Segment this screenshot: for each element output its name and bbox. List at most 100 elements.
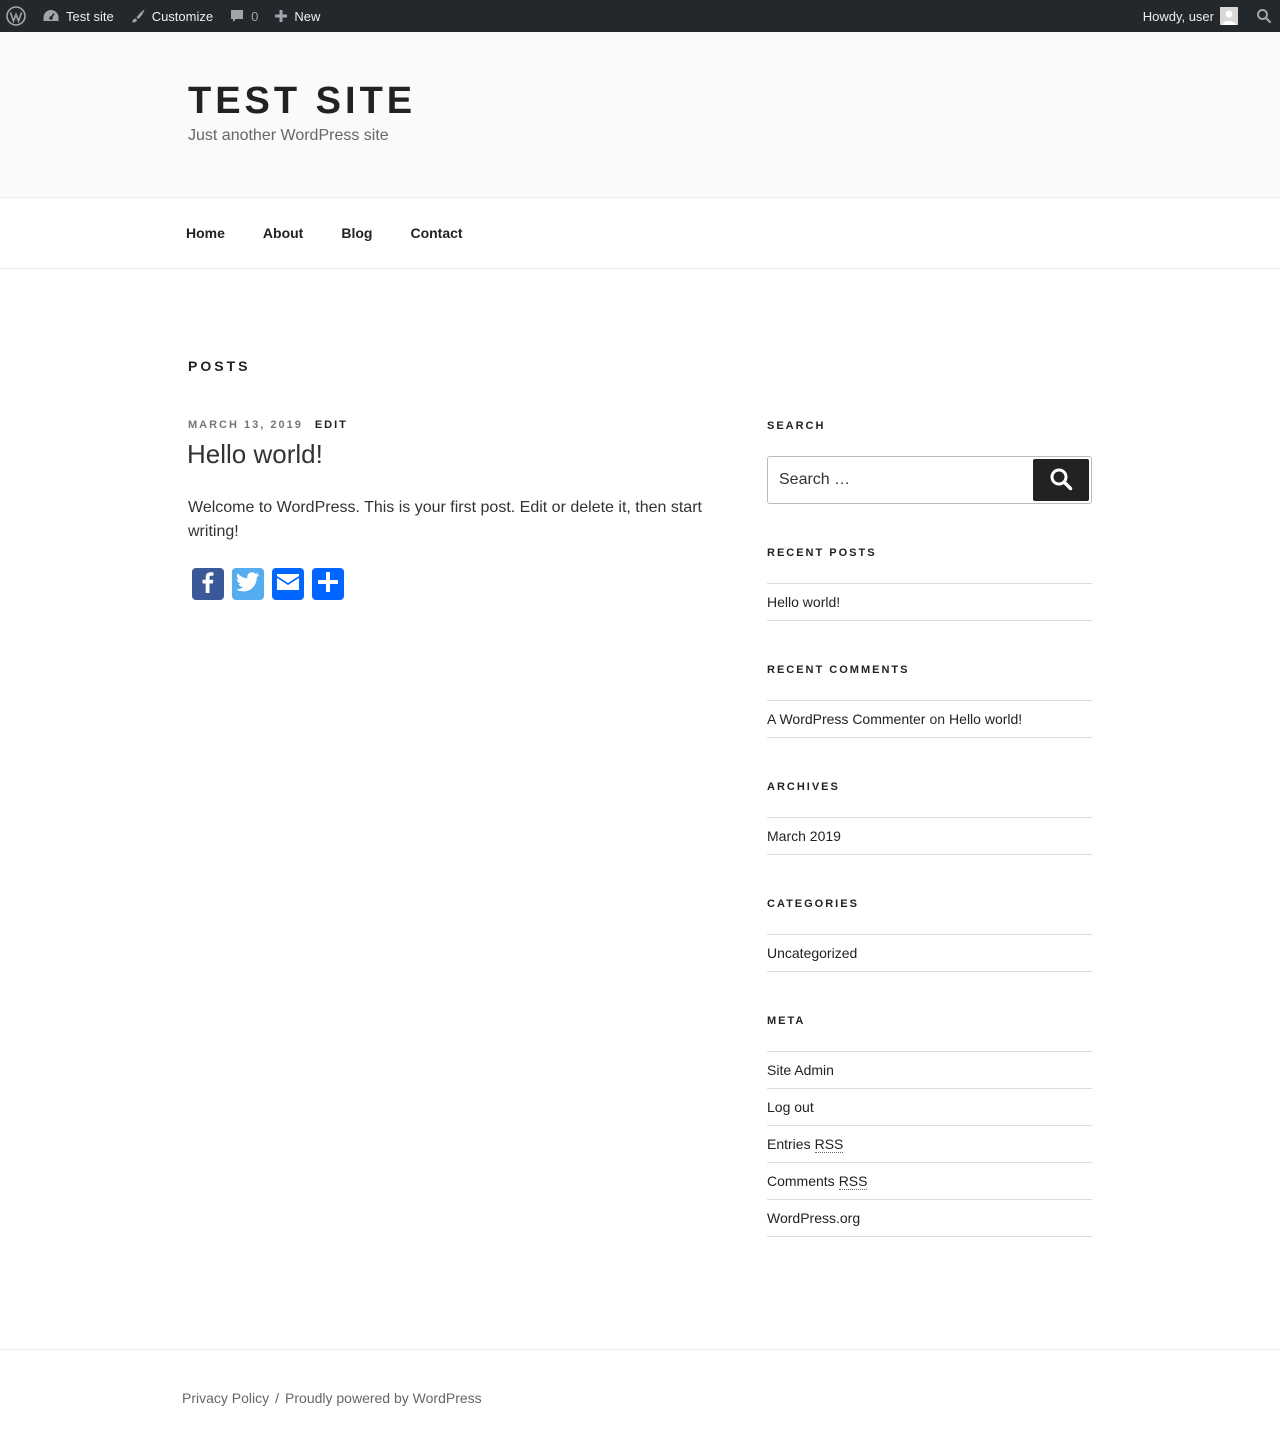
widget-title: RECENT COMMENTS [767,664,910,676]
howdy-label: Howdy, user [1142,8,1214,24]
meta-list: Site Admin Log out Entries RSS Comments RS… [767,1051,1092,1237]
recent-comments-widget: RECENT COMMENTS A WordPress Commenter on… [767,662,1092,738]
search-form [767,456,1092,504]
wordpress-logo-menu[interactable] [0,0,34,32]
facebook-icon [198,571,218,598]
customize-menu[interactable]: Customize [122,0,221,32]
comments-rss-link[interactable]: Comments RSS [767,1173,868,1190]
admin-search-button[interactable] [1246,0,1280,32]
admin-bar: Test site Customize 0 New Howdy, user [0,0,1280,32]
admin-bar-right: Howdy, user [1135,0,1280,32]
wordpress-icon [6,6,26,26]
search-icon [1256,8,1272,24]
comment-on-text: on [929,711,946,727]
widget-title: CATEGORIES [767,898,859,910]
list-item: A WordPress Commenter on Hello world! [767,701,1092,738]
plus-icon [317,571,339,598]
twitter-share-button[interactable] [232,568,264,600]
twitter-icon [236,571,260,597]
archive-link[interactable]: March 2019 [767,828,841,844]
comments-menu[interactable]: 0 [221,0,266,32]
new-label: New [294,8,321,24]
list-item: March 2019 [767,818,1092,855]
main-navigation: Home About Blog Contact [0,197,1280,269]
nav-menu: Home About Blog Contact [186,198,501,268]
plus-icon [274,9,288,23]
list-item: Uncategorized [767,935,1092,972]
my-account-menu[interactable]: Howdy, user [1135,0,1246,32]
entries-rss-link[interactable]: Entries RSS [767,1136,844,1153]
avatar [1220,7,1238,25]
email-share-button[interactable] [272,568,304,600]
search-input[interactable] [768,457,1033,503]
search-icon [1049,467,1073,494]
recent-comments-list: A WordPress Commenter on Hello world! [767,700,1092,738]
nav-item-label[interactable]: Contact [410,225,462,241]
dashboard-icon [42,8,60,24]
post-date[interactable]: MARCH 13, 2019 [188,419,303,431]
site-name-menu[interactable]: Test site [34,0,122,32]
email-icon [276,573,300,596]
widget-title: META [767,1015,806,1027]
post-meta: MARCH 13, 2019 EDIT [188,419,348,431]
site-name-label: Test site [66,8,114,24]
customize-label: Customize [151,8,214,24]
comments-label: Comments [767,1173,835,1189]
powered-by-link[interactable]: Proudly powered by WordPress [285,1390,482,1406]
widget-title: ARCHIVES [767,781,840,793]
category-link[interactable]: Uncategorized [767,945,857,961]
search-submit-button[interactable] [1033,459,1089,501]
site-header: TEST SITE Just another WordPress site [0,32,1280,197]
site-admin-link[interactable]: Site Admin [767,1062,834,1078]
log-out-link[interactable]: Log out [767,1099,814,1115]
nav-item-contact[interactable]: Contact [410,225,462,241]
share-button[interactable] [312,568,344,600]
facebook-share-button[interactable] [192,568,224,600]
recent-posts-widget: RECENT POSTS Hello world! [767,545,1092,621]
wordpress-org-link[interactable]: WordPress.org [767,1210,860,1226]
site-footer: Privacy Policy / Proudly powered by Word… [0,1349,1280,1445]
categories-widget: CATEGORIES Uncategorized [767,896,1092,972]
edit-link[interactable]: EDIT [315,419,348,431]
list-item: WordPress.org [767,1200,1092,1237]
brush-icon [130,8,146,24]
meta-widget: META Site Admin Log out Entries RSS Comme… [767,1013,1092,1237]
entries-label: Entries [767,1136,811,1152]
list-item: Hello world! [767,584,1092,621]
list-item: Comments RSS [767,1163,1092,1200]
nav-item-label[interactable]: Blog [341,225,372,241]
comment-post-link[interactable]: Hello world! [949,711,1022,727]
page-title: POSTS [188,358,251,374]
rss-abbr: RSS [838,1173,868,1190]
nav-item-label[interactable]: Home [186,225,225,241]
post-content: Welcome to WordPress. This is your first… [188,499,702,540]
footer-links: Privacy Policy / Proudly powered by Word… [182,1390,482,1406]
archives-widget: ARCHIVES March 2019 [767,779,1092,855]
comment-icon [229,8,245,24]
archives-list: March 2019 [767,817,1092,855]
admin-bar-left: Test site Customize 0 New [0,0,328,32]
post-title: Hello world! [187,438,323,470]
recent-post-link[interactable]: Hello world! [767,594,840,610]
nav-item-blog[interactable]: Blog [341,225,372,241]
list-item: Log out [767,1089,1092,1126]
nav-item-label[interactable]: About [263,225,303,241]
rss-abbr: RSS [814,1136,844,1153]
site-description: Just another WordPress site [188,127,389,144]
list-item: Site Admin [767,1052,1092,1089]
list-item: Entries RSS [767,1126,1092,1163]
search-widget: SEARCH [767,418,1092,504]
site-title[interactable]: TEST SITE [188,79,416,123]
comment-author-link[interactable]: A WordPress Commenter [767,711,925,727]
nav-item-home[interactable]: Home [186,225,225,241]
nav-item-about[interactable]: About [263,225,303,241]
widget-title: SEARCH [767,420,826,432]
footer-separator: / [275,1390,280,1406]
categories-list: Uncategorized [767,934,1092,972]
new-content-menu[interactable]: New [266,0,328,32]
post-title-link[interactable]: Hello world! [187,439,323,469]
widget-title: RECENT POSTS [767,547,877,559]
recent-posts-list: Hello world! [767,583,1092,621]
privacy-policy-link[interactable]: Privacy Policy [182,1390,269,1406]
comments-count: 0 [251,8,259,24]
